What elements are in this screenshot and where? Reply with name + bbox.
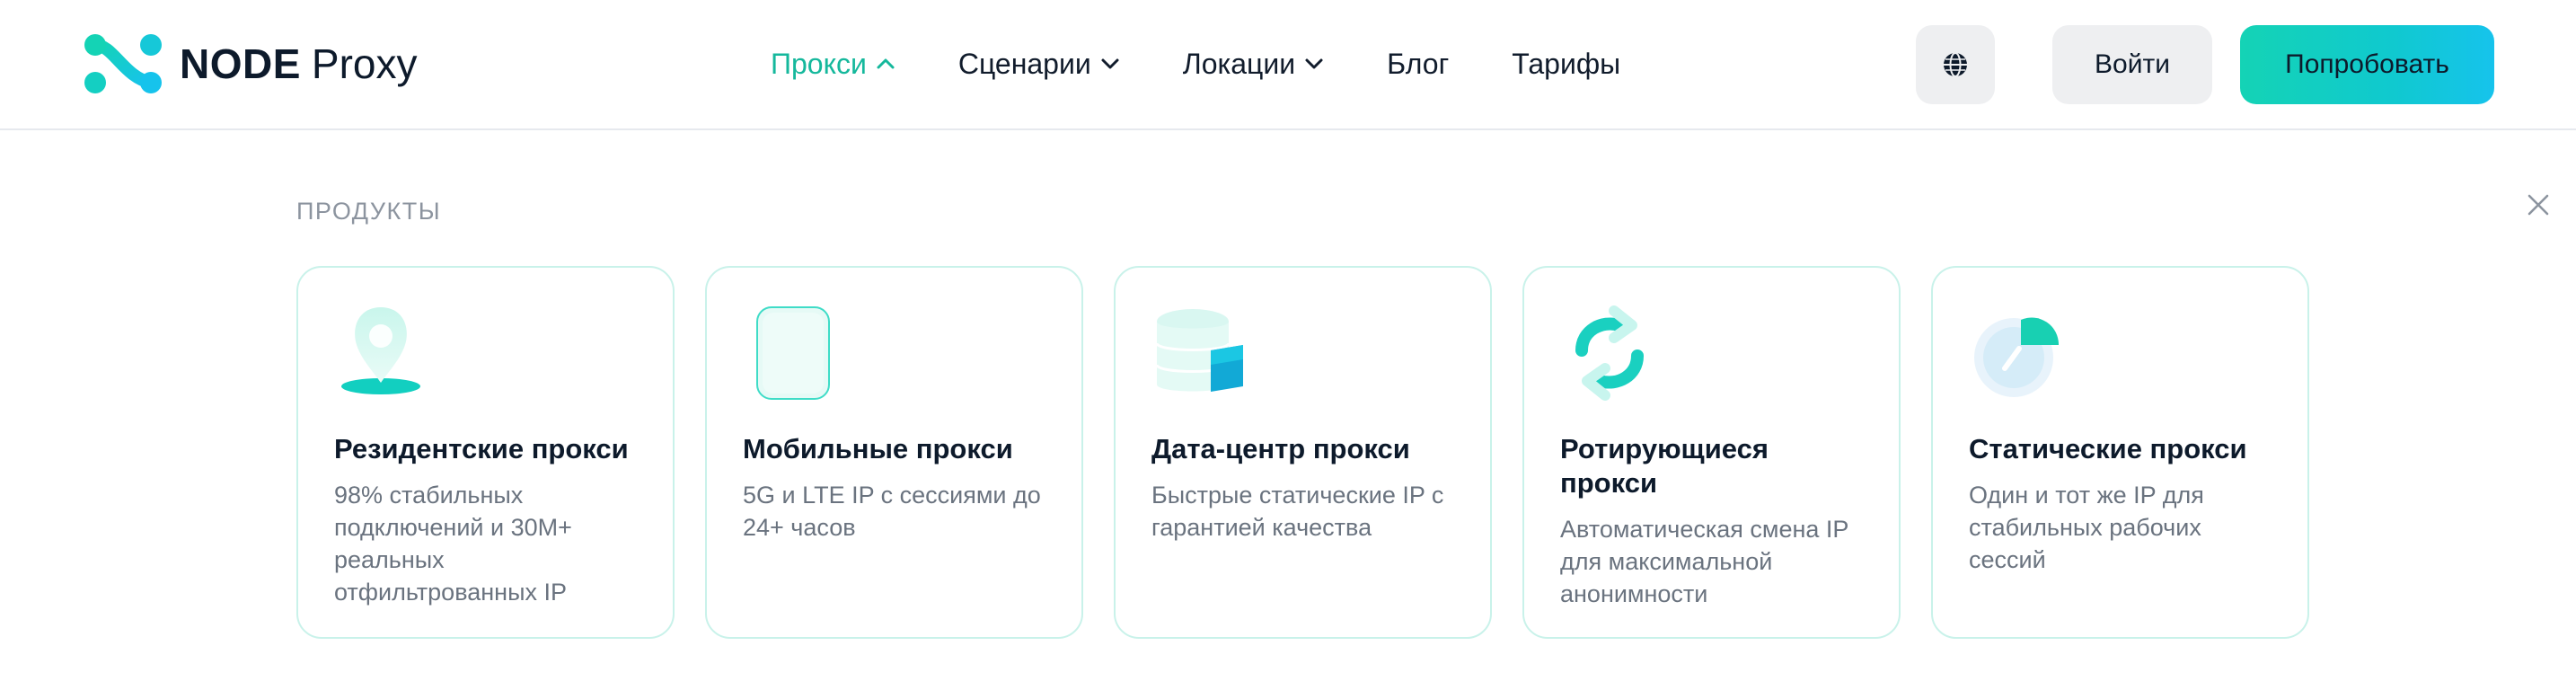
nav-item-blog[interactable]: Блог [1387,48,1449,81]
nav-item-pricing[interactable]: Тарифы [1512,48,1620,81]
close-menu-button[interactable] [2520,187,2556,223]
product-card-datacenter[interactable]: Дата-центр прокси Быстрые статические IP… [1114,266,1492,639]
product-title: Мобильные прокси [743,433,1013,464]
nav-item-locations[interactable]: Локации [1183,48,1324,81]
language-button[interactable] [1916,25,1995,104]
nav-item-label: Локации [1182,47,1296,80]
brand-name-bold: NODE [180,40,301,87]
globe-icon [1944,52,1967,77]
product-description: Быстрые статические IP с гарантией качес… [1151,482,1444,541]
login-button[interactable]: Войти [2052,25,2212,104]
chevron-up-icon [877,58,895,69]
nav-item-label: Блог [1387,47,1450,80]
product-card-static[interactable]: Статические прокси Один и тот же IP для … [1931,266,2309,639]
mobile-phone-icon [756,306,830,400]
product-title: Дата-центр прокси [1151,433,1410,464]
try-button[interactable]: Попробовать [2240,25,2494,104]
brand-logo[interactable]: NODE Proxy [79,32,418,95]
product-description: 98% стабильных подключений и 30M+ реальн… [334,482,572,606]
product-card-residential[interactable]: Резидентские прокси 98% стабильных подкл… [296,266,675,639]
static-pie-icon [1974,317,2060,397]
close-icon [2527,194,2549,216]
location-pin-icon [341,307,420,394]
product-title: Статические прокси [1969,433,2247,464]
product-cards: Резидентские прокси 98% стабильных подкл… [296,266,2309,639]
site-header: NODE Proxy Прокси Сценарии Локации Блог [0,0,2576,130]
product-description: 5G и LTE IP с сессиями до 24+ часов [743,482,1041,541]
database-icon [1155,309,1243,392]
product-card-mobile[interactable]: Мобильные прокси 5G и LTE IP с сессиями … [705,266,1083,639]
node-logo-icon [84,34,162,93]
rotate-arrows-icon [1575,305,1644,401]
nav-item-label: Тарифы [1512,47,1621,80]
nav-item-scenarios[interactable]: Сценарии [958,48,1120,81]
product-description: Один и тот же IP для стабильных рабочих … [1969,482,2204,573]
nav-item-label: Прокси [771,47,867,80]
chevron-down-icon [1101,58,1119,69]
product-card-rotating[interactable]: Ротирующиеся прокси Автоматическая смена… [1522,266,1901,639]
nav-item-proxy[interactable]: Прокси [771,48,895,81]
main-nav: Прокси Сценарии Локации Блог Тарифы [771,41,1683,86]
nav-item-label: Сценарии [957,47,1091,80]
product-title: Ротирующиеся прокси [1560,433,1769,499]
brand-name-light: Proxy [311,40,418,87]
product-title: Резидентские прокси [334,433,629,464]
brand-name: NODE Proxy [180,43,418,84]
chevron-down-icon [1305,58,1323,69]
product-description: Автоматическая смена IP для максимальной… [1560,516,1848,607]
products-section-label: ПРОДУКТЫ [296,198,442,225]
